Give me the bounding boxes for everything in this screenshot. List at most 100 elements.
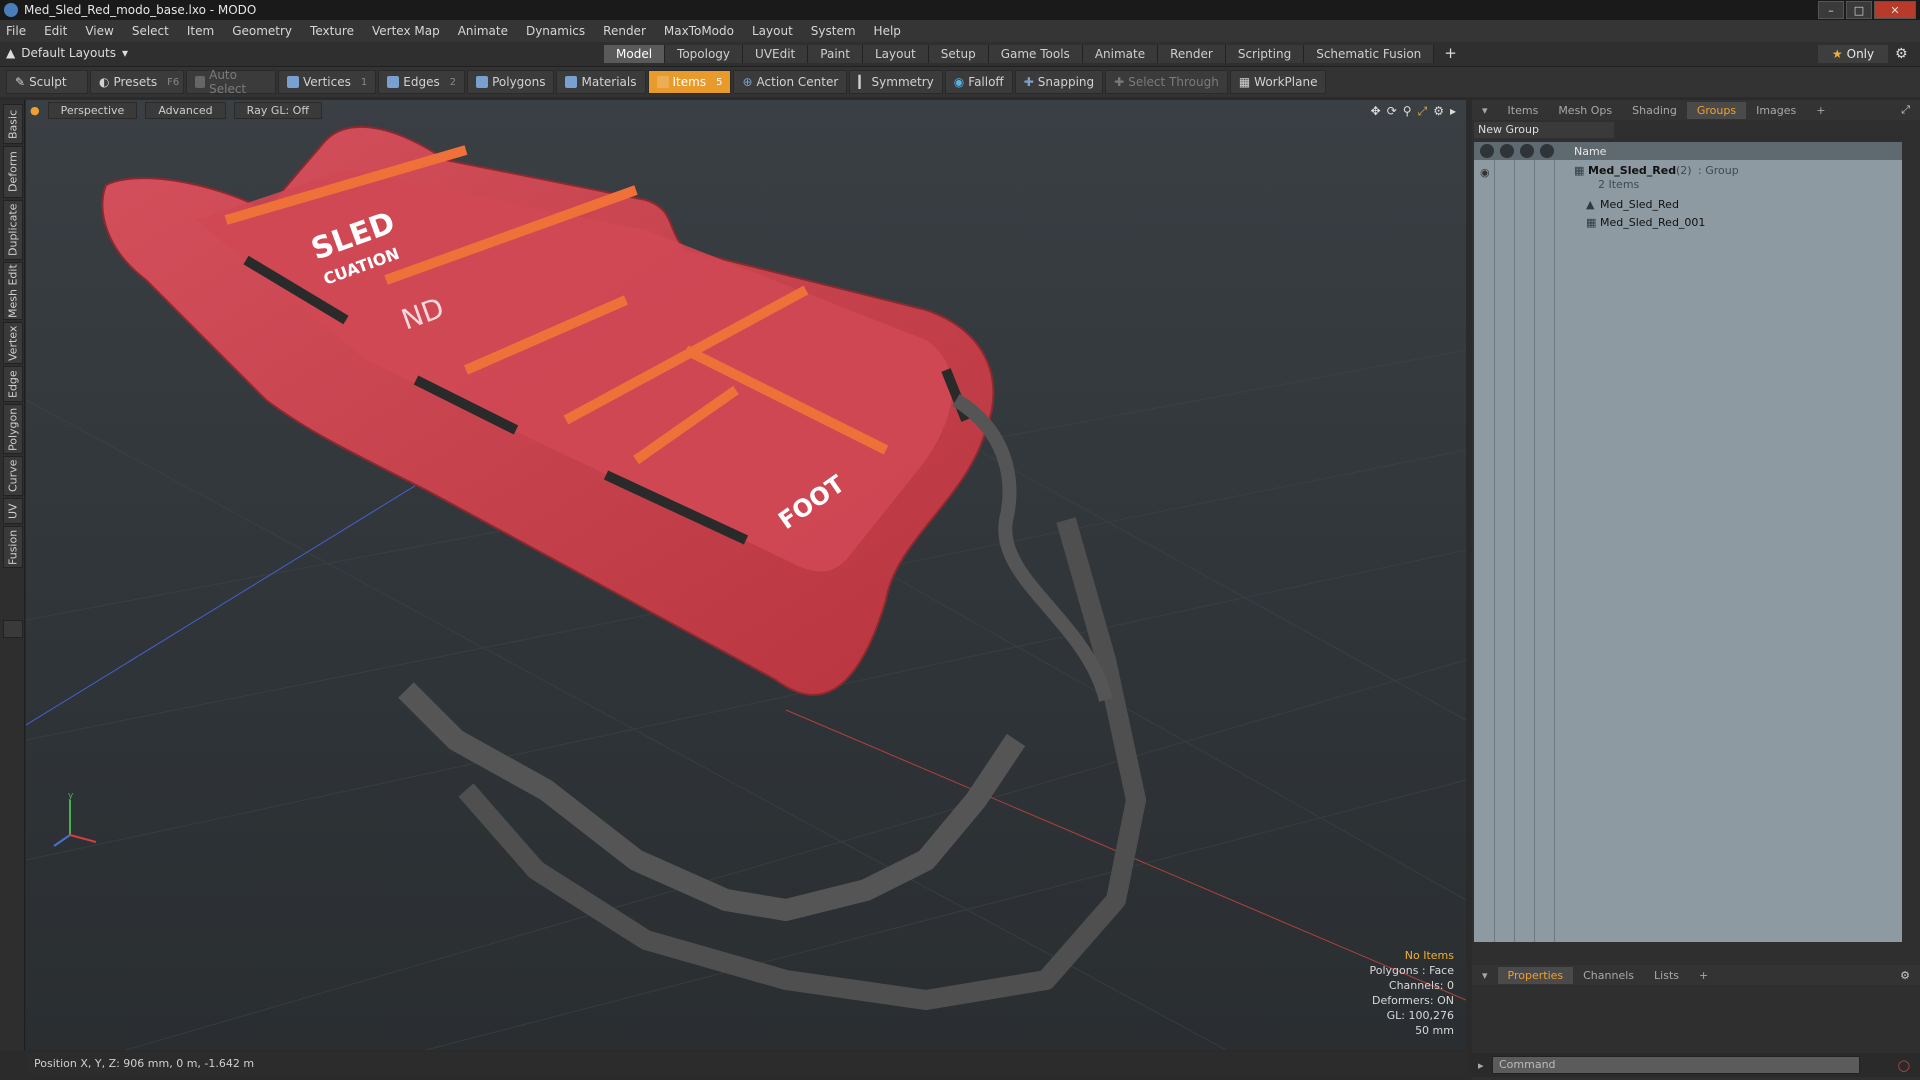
snapping-button[interactable]: ✚ Snapping [1014,70,1104,94]
snapping-icon: ✚ [1023,75,1034,89]
add-props-tab-icon[interactable]: + [1689,967,1718,984]
tab-mesh-edit[interactable]: Mesh Edit [3,262,23,320]
tab-images[interactable]: Images [1746,102,1806,119]
menu-help[interactable]: Help [874,24,901,38]
menu-select[interactable]: Select [132,24,169,38]
close-button[interactable]: ✕ [1874,1,1916,19]
menu-view[interactable]: View [85,24,113,38]
status-bar: Position X, Y, Z: 906 mm, 0 m, -1.642 m [26,1052,1466,1074]
select-through-button[interactable]: ✚ Select Through [1105,70,1228,94]
command-input[interactable]: Command [1492,1056,1860,1074]
raygl-button[interactable]: Ray GL: Off [233,101,322,119]
workplane-button[interactable]: ▦ WorkPlane [1229,70,1327,94]
tab-channels[interactable]: Channels [1573,967,1644,984]
tab-deform[interactable]: Deform [3,146,23,198]
tab-items[interactable]: Items [1498,102,1549,119]
tab-groups[interactable]: Groups [1686,101,1747,119]
only-button[interactable]: ★ Only [1818,45,1888,63]
rotate-icon[interactable]: ⟳ [1387,104,1397,119]
tab-mesh-ops[interactable]: Mesh Ops [1548,102,1622,119]
tab-duplicate[interactable]: Duplicate [3,200,23,260]
menu-dynamics[interactable]: Dynamics [526,24,585,38]
panel-expand-icon[interactable]: ⤢ [1901,103,1910,117]
items-button[interactable]: Items 5 [647,70,732,94]
menu-maxtomodo[interactable]: MaxToModo [664,24,734,38]
fit-icon[interactable]: ⤢ [1418,104,1428,119]
tab-vertex[interactable]: Vertex [3,322,23,364]
add-panel-tab-icon[interactable]: + [1806,102,1835,119]
panel-menu-icon[interactable]: ▾ [1472,102,1498,119]
tab-edge[interactable]: Edge [3,366,23,402]
tab-render[interactable]: Render [1158,45,1226,63]
polygons-button[interactable]: Polygons [467,70,555,94]
tab-collapse[interactable] [3,620,23,638]
menu-geometry[interactable]: Geometry [232,24,292,38]
tab-polygon[interactable]: Polygon [3,404,23,454]
menu-file[interactable]: File [6,24,26,38]
gear-icon[interactable]: ⚙ [1895,46,1908,62]
tab-layout[interactable]: Layout [862,45,929,63]
group-row[interactable]: ◉ ▦ Med_Sled_Red (2) : Group 2 Items [1474,164,1902,194]
menu-animate[interactable]: Animate [458,24,508,38]
falloff-button[interactable]: ◉ Falloff [944,70,1013,94]
tab-schematic-fusion[interactable]: Schematic Fusion [1304,45,1435,63]
menu-vertex-map[interactable]: Vertex Map [372,24,440,38]
action-center-icon: ⊕ [742,75,753,89]
tab-uvedit[interactable]: UVEdit [743,45,809,63]
menu-system[interactable]: System [811,24,856,38]
tab-paint[interactable]: Paint [808,45,863,63]
tab-game-tools[interactable]: Game Tools [988,45,1083,63]
add-tab-plus-icon[interactable]: + [1444,45,1457,63]
group-child-row[interactable]: ▦ Med_Sled_Red_001 [1474,216,1902,234]
tab-model[interactable]: Model [604,45,666,63]
tab-basic[interactable]: Basic [3,104,23,144]
action-center-button[interactable]: ⊕ Action Center [733,70,848,94]
sculpt-button[interactable]: ✎ Sculpt [6,70,88,94]
materials-button[interactable]: Materials [556,70,646,94]
symmetry-button[interactable]: ▎ Symmetry [849,70,943,94]
tab-shading[interactable]: Shading [1622,102,1687,119]
viewport-header: ● Perspective Advanced Ray GL: Off [26,100,1466,120]
tab-lists[interactable]: Lists [1644,967,1689,984]
props-gear-icon[interactable]: ⚙ [1900,969,1910,982]
maximize-button[interactable]: □ [1846,1,1872,19]
menu-item[interactable]: Item [187,24,214,38]
layout-selector[interactable]: ▲ Default Layouts ▾ [6,46,128,60]
viewport-gear-icon[interactable]: ⚙ [1433,104,1444,119]
zoom-icon[interactable]: ⚲ [1403,104,1412,119]
3d-viewport[interactable]: SLED CUATION ND FOOT y ● Perspective Adv… [26,100,1466,1050]
materials-icon [565,76,578,88]
menu-render[interactable]: Render [603,24,646,38]
group-visibility-icon[interactable]: ◉ [1480,166,1490,179]
edges-button[interactable]: Edges 2 [378,70,466,94]
tab-properties[interactable]: Properties [1497,966,1574,984]
menu-layout[interactable]: Layout [752,24,793,38]
tab-animate[interactable]: Animate [1082,45,1159,63]
shading-mode-button[interactable]: Advanced [145,101,226,119]
tab-topology[interactable]: Topology [665,45,744,63]
menu-edit[interactable]: Edit [44,24,67,38]
presets-button[interactable]: ◐ Presets F6 [90,70,184,94]
tab-curve[interactable]: Curve [3,456,23,496]
auto-select-button[interactable]: Auto Select [186,68,276,96]
workplane-label: WorkPlane [1254,75,1318,89]
tab-setup[interactable]: Setup [928,45,989,63]
minimize-button[interactable]: – [1818,1,1844,19]
snapping-label: Snapping [1037,75,1095,89]
chevron-down-icon: ▾ [121,46,128,60]
menu-texture[interactable]: Texture [310,24,354,38]
tab-scripting[interactable]: Scripting [1225,45,1305,63]
tab-uv[interactable]: UV [3,498,23,524]
view-mode-button[interactable]: Perspective [47,101,138,119]
edges-count: 2 [449,76,457,88]
group-type: : Group [1698,164,1739,177]
viewport-menu-dot[interactable]: ● [30,104,40,117]
viewport-expand-icon[interactable]: ▸ [1450,104,1456,119]
pan-icon[interactable]: ✥ [1371,104,1381,119]
command-history-icon[interactable]: ◯ [1898,1059,1910,1072]
group-child-row[interactable]: ▲ Med_Sled_Red [1474,198,1902,216]
props-menu-icon[interactable]: ▾ [1472,967,1498,984]
new-group-button[interactable]: New Group [1474,122,1614,138]
tab-fusion[interactable]: Fusion [3,526,23,568]
vertices-button[interactable]: Vertices 1 [278,70,377,94]
